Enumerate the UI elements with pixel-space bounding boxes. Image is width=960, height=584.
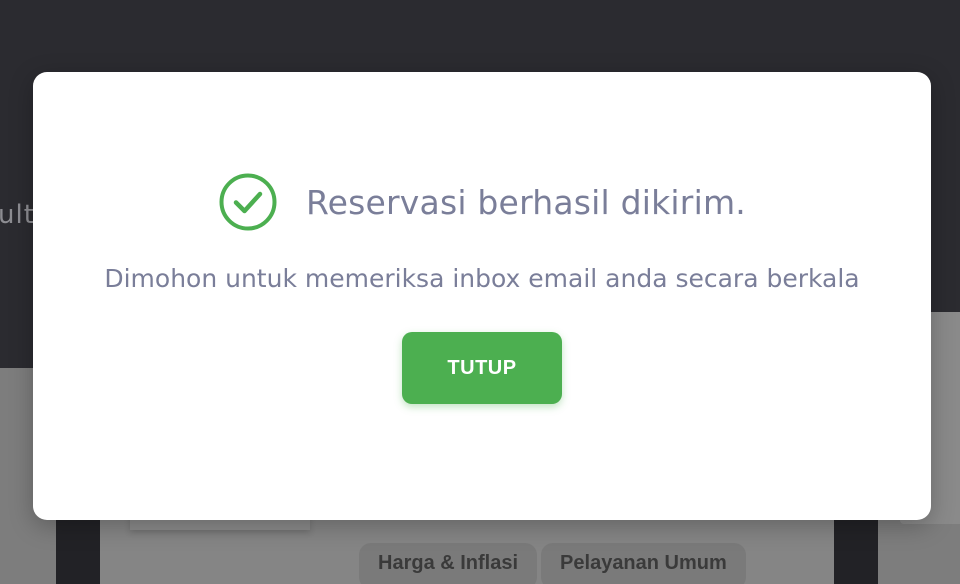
dialog-header: Reservasi berhasil dikirim.	[33, 172, 931, 232]
tag-list: Harga & Inflasi Pelayanan Umum	[359, 543, 746, 584]
close-button[interactable]: TUTUP	[402, 332, 562, 404]
dialog-title: Reservasi berhasil dikirim.	[306, 182, 746, 222]
tag-pelayanan-umum[interactable]: Pelayanan Umum	[541, 543, 746, 584]
dialog-message: Dimohon untuk memeriksa inbox email anda…	[104, 264, 860, 293]
page: ult Harga & Inflasi Pelayanan Umum Reser…	[0, 0, 960, 584]
success-dialog: Reservasi berhasil dikirim. Dimohon untu…	[33, 72, 931, 520]
check-circle-icon	[219, 173, 277, 231]
tag-harga-inflasi[interactable]: Harga & Inflasi	[359, 543, 538, 584]
hero-text: ult	[0, 200, 35, 230]
